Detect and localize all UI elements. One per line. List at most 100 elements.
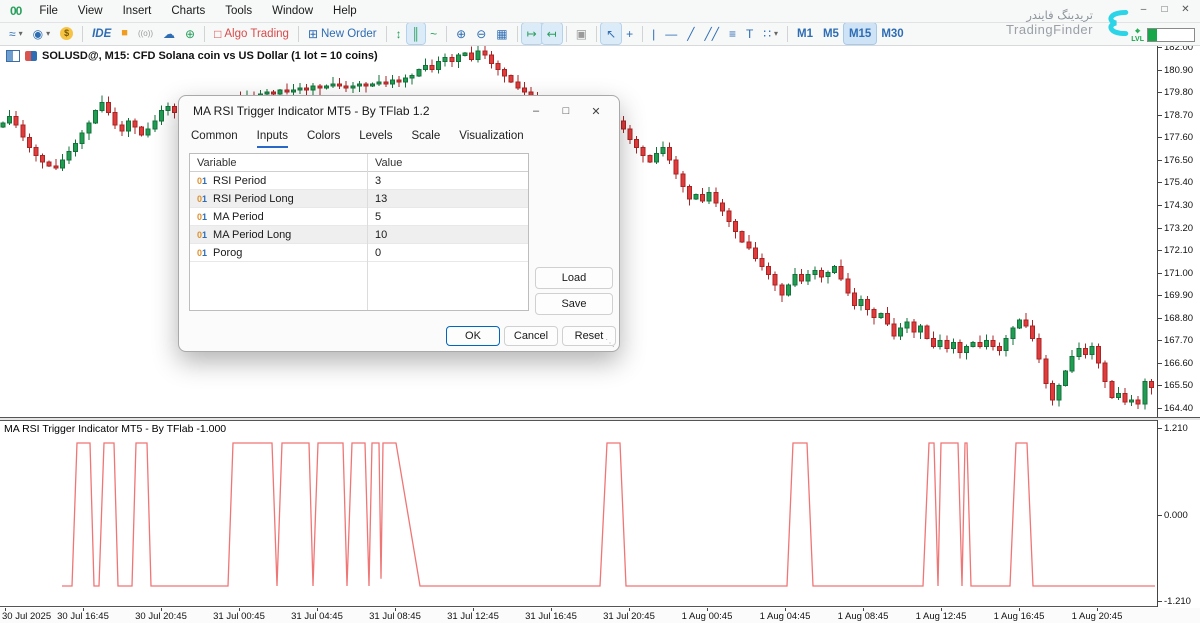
window-restore-button[interactable]: □ bbox=[1156, 2, 1173, 17]
candles-mode-icon[interactable]: ║ bbox=[407, 23, 426, 44]
community-glyph: ⊕ bbox=[185, 28, 195, 40]
price-tick-label: 180.90 bbox=[1164, 65, 1193, 76]
price-axis[interactable]: 182.00180.90179.80178.70177.60176.50175.… bbox=[1157, 45, 1200, 417]
tab-scale[interactable]: Scale bbox=[411, 130, 440, 148]
indicator-tick-label: -1.210 bbox=[1164, 596, 1191, 607]
horizontal-line-icon[interactable]: — bbox=[660, 23, 682, 44]
menu-item-help[interactable]: Help bbox=[323, 1, 367, 22]
price-tick bbox=[1158, 205, 1162, 206]
zoom-out-icon[interactable]: ⊖ bbox=[471, 23, 491, 44]
chart-type-icon[interactable]: ≈▾ bbox=[4, 23, 28, 44]
price-tick bbox=[1158, 385, 1162, 386]
dialog-minimize-button[interactable]: – bbox=[521, 99, 551, 123]
variable-value[interactable]: 3 bbox=[367, 175, 528, 187]
variable-value[interactable]: 13 bbox=[367, 193, 528, 205]
shapes-icon[interactable]: ∷▾ bbox=[758, 23, 783, 44]
variable-value[interactable]: 5 bbox=[367, 211, 528, 223]
equidistant-channel-icon[interactable]: ≡ bbox=[724, 23, 741, 44]
tile-windows-icon[interactable]: ▦ bbox=[491, 23, 512, 44]
signal-icon[interactable]: ((o)) bbox=[133, 23, 158, 44]
chevron-down-icon: ▾ bbox=[46, 29, 50, 38]
price-tick-label: 165.50 bbox=[1164, 380, 1193, 391]
dialog-close-button[interactable]: ✕ bbox=[581, 99, 611, 123]
dialog-maximize-button[interactable]: □ bbox=[551, 99, 581, 123]
screenshot-icon[interactable]: ▣ bbox=[571, 23, 592, 44]
price-tick bbox=[1158, 318, 1162, 319]
vertical-line-icon[interactable]: | bbox=[647, 23, 660, 44]
lvl-pin-icon: ⌖ bbox=[1131, 27, 1144, 36]
trendline-icon[interactable]: ╱ bbox=[682, 23, 699, 44]
chart-mini-icon[interactable] bbox=[25, 51, 37, 61]
price-tick-label: 171.00 bbox=[1164, 268, 1193, 279]
menu-item-tools[interactable]: Tools bbox=[215, 1, 262, 22]
market-icon[interactable]: ■ bbox=[116, 23, 133, 44]
inputs-table[interactable]: VariableValue01RSI Period301RSI Period L… bbox=[189, 153, 529, 311]
algo-trading-icon[interactable]: □Algo Trading bbox=[209, 23, 294, 44]
toolbar-separator bbox=[642, 26, 643, 42]
menu-item-insert[interactable]: Insert bbox=[113, 1, 162, 22]
shift-end-icon[interactable]: ↦ bbox=[522, 23, 542, 44]
cursor-glyph: ↖ bbox=[606, 28, 616, 40]
window-minimize-button[interactable]: – bbox=[1135, 2, 1152, 17]
indicator-axis[interactable]: 1.2100.000-1.210 bbox=[1157, 420, 1200, 607]
cloud-icon[interactable]: ☁ bbox=[158, 23, 180, 44]
ok-button[interactable]: OK bbox=[446, 326, 500, 346]
indicator-tick-label: 0.000 bbox=[1164, 510, 1188, 521]
tab-inputs[interactable]: Inputs bbox=[257, 130, 288, 148]
tf-m5-button[interactable]: M5 bbox=[818, 23, 844, 44]
tab-colors[interactable]: Colors bbox=[307, 130, 340, 148]
tf-m15-button[interactable]: M15 bbox=[844, 23, 876, 44]
cursor-icon[interactable]: ↖ bbox=[601, 23, 621, 44]
table-row[interactable]: 01MA Period Long10 bbox=[190, 226, 528, 244]
text-icon[interactable]: T bbox=[741, 23, 758, 44]
table-row[interactable]: 01Porog0 bbox=[190, 244, 528, 262]
price-tick-label: 168.80 bbox=[1164, 313, 1193, 324]
header-value: Value bbox=[367, 157, 528, 169]
tab-common[interactable]: Common bbox=[191, 130, 238, 148]
window-close-button[interactable]: ✕ bbox=[1177, 2, 1194, 17]
dialog-resize-grip[interactable]: ⋱ bbox=[605, 338, 615, 349]
variable-value[interactable]: 10 bbox=[367, 229, 528, 241]
bars-mode-icon[interactable]: ↕ bbox=[391, 23, 407, 44]
cancel-button[interactable]: Cancel bbox=[504, 326, 558, 346]
variable-value[interactable]: 0 bbox=[367, 247, 528, 259]
line-mode-icon[interactable]: ~ bbox=[425, 23, 442, 44]
tab-visualization[interactable]: Visualization bbox=[459, 130, 523, 148]
time-axis[interactable]: 30 Jul 202530 Jul 16:4530 Jul 20:4531 Ju… bbox=[0, 608, 1200, 623]
zoom-in-icon[interactable]: ⊕ bbox=[451, 23, 471, 44]
price-tick-label: 178.70 bbox=[1164, 110, 1193, 121]
menu-item-file[interactable]: File bbox=[29, 1, 68, 22]
channel-icon[interactable]: ╱╱ bbox=[700, 23, 724, 44]
price-tick-label: 169.90 bbox=[1164, 290, 1193, 301]
tf-m30-button[interactable]: M30 bbox=[876, 23, 908, 44]
menu-item-charts[interactable]: Charts bbox=[161, 1, 215, 22]
lvl-label: LVL bbox=[1131, 36, 1144, 43]
table-row[interactable]: 01RSI Period3 bbox=[190, 172, 528, 190]
new-order-glyph: ⊞ bbox=[308, 28, 318, 40]
indicator-list-icon[interactable]: ◉▾ bbox=[28, 23, 56, 44]
new-order-icon[interactable]: ⊞New Order bbox=[303, 23, 382, 44]
menu-item-window[interactable]: Window bbox=[262, 1, 323, 22]
dialog-title-bar[interactable]: MA RSI Trigger Indicator MT5 - By TFlab … bbox=[179, 96, 619, 126]
dollar-icon[interactable]: $ bbox=[55, 23, 78, 44]
community-icon[interactable]: ⊕ bbox=[180, 23, 200, 44]
ide-button[interactable]: IDE bbox=[87, 23, 116, 44]
price-tick-label: 175.40 bbox=[1164, 177, 1193, 188]
load-button[interactable]: Load bbox=[535, 267, 613, 289]
toolbar-separator bbox=[204, 26, 205, 42]
market-depth-icon[interactable] bbox=[6, 50, 20, 62]
crosshair-glyph: + bbox=[626, 28, 633, 40]
save-button[interactable]: Save bbox=[535, 293, 613, 315]
table-row[interactable]: 01RSI Period Long13 bbox=[190, 190, 528, 208]
indicator-wave-svg[interactable] bbox=[0, 420, 1157, 607]
tab-levels[interactable]: Levels bbox=[359, 130, 392, 148]
price-tick bbox=[1158, 340, 1162, 341]
menu-item-view[interactable]: View bbox=[68, 1, 113, 22]
crosshair-icon[interactable]: + bbox=[621, 23, 638, 44]
price-tick bbox=[1158, 70, 1162, 71]
mt5-logo-icon: 00 bbox=[0, 4, 29, 18]
auto-scroll-icon[interactable]: ↤ bbox=[542, 23, 562, 44]
time-tick-label: 1 Aug 20:45 bbox=[1065, 611, 1129, 622]
tf-m1-button[interactable]: M1 bbox=[792, 23, 818, 44]
table-row[interactable]: 01MA Period5 bbox=[190, 208, 528, 226]
